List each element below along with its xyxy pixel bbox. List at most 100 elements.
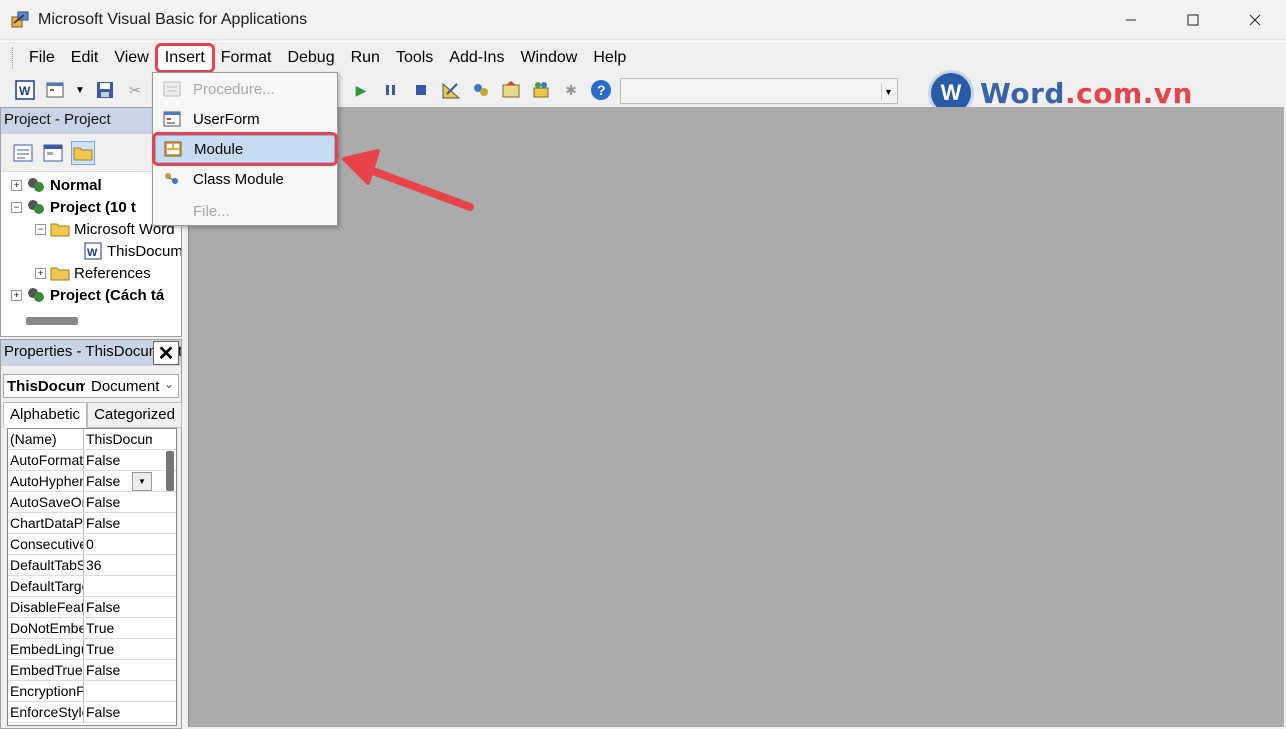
properties-close-button[interactable]: ✕ <box>153 341 179 365</box>
value-dropdown-icon[interactable]: ▼ <box>132 472 152 491</box>
object-browser-icon[interactable] <box>530 79 552 101</box>
table-row[interactable]: DefaultTargetFrame <box>8 576 176 597</box>
folder-icon <box>73 147 93 160</box>
window-title: Microsoft Visual Basic for Applications <box>38 10 308 28</box>
view-word-icon[interactable]: W <box>14 79 36 101</box>
tree-node-project[interactable]: − Project (10 t <box>11 196 136 218</box>
combo-dropdown-icon[interactable]: ▼ <box>881 83 895 101</box>
dropdown-arrow-icon[interactable]: ▼ <box>74 79 86 101</box>
menu-item-module[interactable]: Module <box>152 132 338 166</box>
folder-open-icon <box>50 220 70 238</box>
maximize-button[interactable] <box>1162 0 1224 40</box>
break-icon[interactable] <box>380 79 402 101</box>
table-row[interactable]: EmbedLinguisticDataTrue <box>8 639 176 660</box>
close-icon: ✕ <box>157 342 175 365</box>
menu-add-ins[interactable]: Add-Ins <box>441 45 512 71</box>
menu-item-file[interactable]: File... <box>155 197 335 225</box>
view-code-icon <box>13 144 33 161</box>
help-icon[interactable]: ? <box>590 79 612 101</box>
menu-run[interactable]: Run <box>343 45 388 71</box>
properties-panel-title: Properties - ThisDocument ✕ <box>1 340 181 366</box>
project-hscroll-thumb[interactable] <box>26 317 78 325</box>
cut-icon[interactable]: ✂ <box>124 79 146 101</box>
chevron-down-icon[interactable]: ⌄ <box>164 377 174 391</box>
table-row[interactable]: ChartDataPointTrackFalse <box>8 513 176 534</box>
reset-icon[interactable] <box>410 79 432 101</box>
menu-tools[interactable]: Tools <box>388 45 441 71</box>
minimize-icon <box>1126 19 1136 21</box>
properties-tabs: Alphabetic Categorized <box>3 402 182 428</box>
view-object-button[interactable] <box>41 141 65 165</box>
project-explorer-icon[interactable] <box>470 79 492 101</box>
menu-item-procedure[interactable]: Procedure... <box>155 75 335 103</box>
close-button[interactable] <box>1224 0 1286 40</box>
close-icon <box>1249 14 1261 26</box>
insert-menu-dropdown: Procedure... UserForm Module Class Modul… <box>152 72 338 226</box>
properties-window-icon[interactable] <box>500 79 522 101</box>
table-row[interactable]: EmbedTrueTypeFontsFalse <box>8 660 176 681</box>
toolbar-combo[interactable]: ▼ <box>620 78 898 104</box>
tab-categorized[interactable]: Categorized <box>87 402 182 428</box>
design-mode-icon[interactable] <box>440 79 462 101</box>
vba-project-icon <box>26 286 46 304</box>
menu-help[interactable]: Help <box>585 45 634 71</box>
table-row[interactable]: EncryptionProvider <box>8 681 176 702</box>
svg-text:W: W <box>87 247 98 259</box>
table-row[interactable]: DisableFeaturesFalse <box>8 597 176 618</box>
tree-node-project-2[interactable]: + Project (Cách tá <box>11 284 164 306</box>
maximize-icon <box>1187 14 1199 26</box>
collapse-icon[interactable]: − <box>35 223 46 235</box>
properties-grid: (Name)ThisDocument AutoFormatOverrideFal… <box>7 428 177 726</box>
table-row[interactable]: AutoFormatOverrideFalse <box>8 450 176 471</box>
svg-text:?: ? <box>597 82 606 98</box>
insert-userform-icon[interactable] <box>44 79 66 101</box>
table-row[interactable]: EnforceStyle False <box>8 702 176 723</box>
title-bar: Microsoft Visual Basic for Applications <box>0 0 1286 40</box>
toolbox-icon[interactable]: ✱ <box>560 79 582 101</box>
save-icon[interactable] <box>94 79 116 101</box>
minimize-button[interactable] <box>1100 0 1162 40</box>
menu-item-class-module[interactable]: Class Module <box>155 165 335 193</box>
table-row[interactable]: AutoSaveOn False <box>8 492 176 513</box>
view-code-button[interactable] <box>11 141 35 165</box>
menu-format[interactable]: Format <box>213 45 280 71</box>
table-row[interactable]: DefaultTabStop36 <box>8 555 176 576</box>
vba-app-icon <box>10 9 32 31</box>
class-module-icon <box>159 169 185 189</box>
table-row[interactable]: DoNotEmbedSystemFontsTrue <box>8 618 176 639</box>
vba-project-icon <box>26 198 46 216</box>
logo-text: Word.com.vn <box>980 76 1193 110</box>
annotation-arrow-icon <box>342 149 474 211</box>
expand-icon[interactable]: + <box>35 267 46 279</box>
menubar-grip <box>12 46 15 69</box>
table-row[interactable]: AutoHyphenationFalse▼ <box>8 471 176 492</box>
menu-edit[interactable]: Edit <box>63 45 107 71</box>
properties-vscroll-thumb[interactable] <box>166 451 174 491</box>
run-icon[interactable]: ▶ <box>350 79 372 101</box>
vba-project-icon <box>26 176 46 194</box>
menu-view[interactable]: View <box>106 45 156 71</box>
word-document-icon: W <box>83 242 103 260</box>
menu-window[interactable]: Window <box>512 45 585 71</box>
svg-text:W: W <box>19 84 31 98</box>
menu-item-userform[interactable]: UserForm <box>155 105 335 133</box>
folder-icon <box>50 264 70 282</box>
table-row[interactable]: (Name)ThisDocument <box>8 429 176 450</box>
object-selector[interactable]: ThisDocument Document ⌄ <box>3 374 179 398</box>
menu-insert[interactable]: Insert <box>154 42 215 73</box>
tab-alphabetic[interactable]: Alphabetic <box>3 402 88 428</box>
menu-debug[interactable]: Debug <box>279 45 342 71</box>
menu-file[interactable]: File <box>21 45 63 71</box>
expand-icon[interactable]: + <box>11 179 22 191</box>
table-row[interactable]: ConsecutiveHyphensLimit0 <box>8 534 176 555</box>
userform-icon <box>159 109 185 129</box>
tree-node-references[interactable]: + References <box>35 262 151 284</box>
collapse-icon[interactable]: − <box>11 201 22 213</box>
expand-icon[interactable]: + <box>11 289 22 301</box>
toggle-folders-button[interactable] <box>71 140 95 165</box>
procedure-icon <box>159 79 185 99</box>
module-icon <box>160 139 186 159</box>
view-object-icon <box>43 144 63 161</box>
tree-node-thisdocument[interactable]: W ThisDocum <box>83 240 181 262</box>
tree-node-normal[interactable]: + Normal <box>11 174 102 196</box>
